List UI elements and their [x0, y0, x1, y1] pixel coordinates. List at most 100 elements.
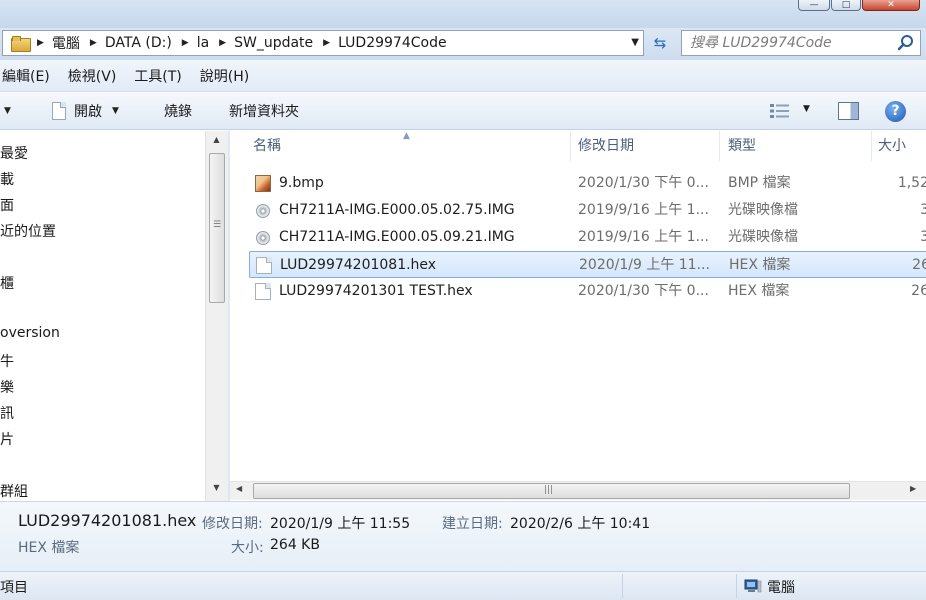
breadcrumb-chevron-icon[interactable]: ▶ — [219, 38, 226, 48]
navigation-pane: 最愛 載 面 近的位置 櫃 oversion 牛 樂 訊 片 群組 — [0, 131, 228, 501]
file-row[interactable]: 9.bmp 2020/1/30 下午 0... BMP 檔案 1,52 — [249, 170, 926, 197]
nav-item-pictures[interactable]: 片 — [0, 429, 14, 449]
computer-icon — [744, 579, 762, 593]
open-button[interactable]: 開啟 ▼ — [52, 92, 119, 130]
address-bar[interactable]: ▶ 電腦 ▶ DATA (D:) ▶ la ▶ SW_update ▶ LUD2… — [2, 30, 644, 56]
file-date: 2020/1/9 上午 11... — [579, 257, 710, 273]
file-name: CH7211A-IMG.E000.05.02.75.IMG — [279, 202, 515, 218]
status-bar: 項目 電腦 — [0, 571, 926, 600]
minimize-button[interactable]: — — [798, 0, 830, 11]
breadcrumb-sw-update[interactable]: SW_update — [234, 35, 313, 51]
horizontal-scroll-thumb[interactable]: ||| — [253, 483, 850, 499]
organize-dropdown-icon[interactable]: ▼ — [4, 92, 11, 130]
horizontal-scrollbar[interactable]: ◀ ||| ▶ — [230, 481, 926, 500]
column-header-name[interactable]: 名稱 — [253, 131, 281, 161]
file-row[interactable]: CH7211A-IMG.E000.05.09.21.IMG 2019/9/16 … — [249, 224, 926, 251]
nav-item-library[interactable]: 櫃 — [0, 273, 14, 293]
search-box[interactable] — [681, 30, 921, 56]
hex-file-icon — [255, 283, 271, 300]
file-size: 1,52 — [897, 175, 926, 191]
file-row[interactable]: LUD29974201301 TEST.hex 2020/1/30 下午 0..… — [249, 278, 926, 305]
chevron-down-icon: ▼ — [112, 106, 119, 116]
file-size: 26 — [911, 283, 926, 299]
file-name: LUD29974201081.hex — [280, 257, 437, 273]
address-dropdown-icon[interactable]: ▼ — [631, 37, 639, 48]
document-icon — [52, 102, 66, 120]
nav-item-video[interactable]: 訊 — [0, 403, 14, 423]
modified-label: 修改日期: — [202, 516, 263, 532]
chevron-down-icon[interactable]: ▼ — [803, 104, 810, 114]
file-row[interactable]: CH7211A-IMG.E000.05.02.75.IMG 2019/9/16 … — [249, 197, 926, 224]
file-date: 2020/1/30 下午 0... — [578, 175, 709, 191]
close-button[interactable]: ✕ — [862, 0, 920, 11]
file-name: 9.bmp — [279, 175, 324, 191]
burn-label: 燒錄 — [164, 104, 192, 120]
command-bar: ▼ 開啟 ▼ 燒錄 新增資料夾 ▼ ? — [0, 92, 926, 130]
maximize-icon: □ — [841, 0, 851, 10]
sort-ascending-icon: ▲ — [403, 131, 410, 141]
size-value: 264 KB — [270, 537, 320, 553]
search-input[interactable] — [690, 34, 890, 52]
column-divider[interactable] — [719, 131, 720, 161]
file-date: 2019/9/16 上午 1... — [578, 229, 709, 245]
search-icon[interactable] — [897, 34, 915, 52]
preview-pane-icon[interactable] — [838, 102, 859, 120]
menu-help[interactable]: 說明(H) — [192, 66, 257, 86]
scroll-up-icon[interactable]: ▲ — [206, 135, 227, 151]
column-divider[interactable] — [871, 131, 872, 161]
scroll-right-icon[interactable]: ▶ — [910, 484, 916, 493]
column-divider[interactable] — [570, 131, 571, 161]
breadcrumb-chevron-icon[interactable]: ▶ — [37, 38, 44, 48]
nav-item-subversion[interactable]: oversion — [0, 325, 60, 341]
address-row: ▶ 電腦 ▶ DATA (D:) ▶ la ▶ SW_update ▶ LUD2… — [0, 28, 926, 60]
breadcrumb-chevron-icon[interactable]: ▶ — [90, 38, 97, 48]
nav-item-desktop[interactable]: 面 — [0, 195, 14, 215]
status-divider — [736, 574, 737, 598]
refresh-icon[interactable]: ⇆ — [648, 32, 672, 54]
close-icon: ✕ — [887, 0, 895, 10]
maximize-button[interactable]: □ — [831, 0, 861, 11]
status-location: 電腦 — [767, 580, 795, 596]
scroll-down-icon[interactable]: ▼ — [206, 483, 227, 499]
menu-tools[interactable]: 工具(T) — [126, 66, 189, 86]
breadcrumb-drive[interactable]: DATA (D:) — [105, 35, 172, 51]
file-date: 2020/1/30 下午 0... — [578, 283, 709, 299]
menu-edit[interactable]: 編輯(E) — [0, 66, 58, 86]
breadcrumb-computer[interactable]: 電腦 — [52, 33, 80, 53]
nav-item-recent-places[interactable]: 近的位置 — [0, 221, 56, 241]
modified-value: 2020/1/9 上午 11:55 — [270, 516, 411, 532]
file-row-selected[interactable]: LUD29974201081.hex 2020/1/9 上午 11... HEX… — [249, 251, 926, 278]
file-date: 2019/9/16 上午 1... — [578, 202, 709, 218]
column-header-type[interactable]: 類型 — [728, 131, 756, 161]
nav-item-music[interactable]: 樂 — [0, 377, 14, 397]
breadcrumb-la[interactable]: la — [197, 35, 209, 51]
file-type: HEX 檔案 — [728, 283, 790, 299]
nav-item-homegroup[interactable]: 群組 — [0, 481, 28, 501]
file-type: BMP 檔案 — [728, 175, 791, 191]
column-header-date[interactable]: 修改日期 — [578, 131, 634, 161]
scroll-left-icon[interactable]: ◀ — [236, 484, 242, 493]
menu-view[interactable]: 檢視(V) — [60, 66, 125, 86]
nav-item-favorites[interactable]: 最愛 — [0, 143, 28, 163]
nav-scroll-thumb[interactable]: ☰ — [209, 153, 225, 303]
help-icon[interactable]: ? — [885, 101, 906, 122]
created-label: 建立日期: — [442, 516, 503, 532]
bitmap-file-icon — [255, 175, 271, 192]
nav-item-downloads[interactable]: 載 — [0, 169, 14, 189]
details-file-name: LUD29974201081.hex — [18, 511, 197, 530]
view-options-icon[interactable] — [770, 103, 790, 119]
breadcrumb-current[interactable]: LUD29974Code — [338, 35, 447, 51]
breadcrumb-chevron-icon[interactable]: ▶ — [182, 38, 189, 48]
file-name: LUD29974201301 TEST.hex — [279, 283, 473, 299]
nav-scrollbar[interactable]: ▲ ☰ ▼ — [205, 131, 228, 501]
file-name: CH7211A-IMG.E000.05.09.21.IMG — [279, 229, 515, 245]
size-label: 大小: — [231, 540, 264, 556]
breadcrumb-chevron-icon[interactable]: ▶ — [323, 38, 330, 48]
open-label: 開啟 — [74, 104, 102, 120]
details-file-type: HEX 檔案 — [18, 540, 80, 556]
column-header-size[interactable]: 大小 — [878, 131, 906, 161]
minimize-icon: — — [809, 0, 819, 10]
nav-item-documents[interactable]: 牛 — [0, 351, 14, 371]
new-folder-button[interactable]: 新增資料夾 — [229, 92, 299, 130]
burn-button[interactable]: 燒錄 — [164, 92, 192, 130]
